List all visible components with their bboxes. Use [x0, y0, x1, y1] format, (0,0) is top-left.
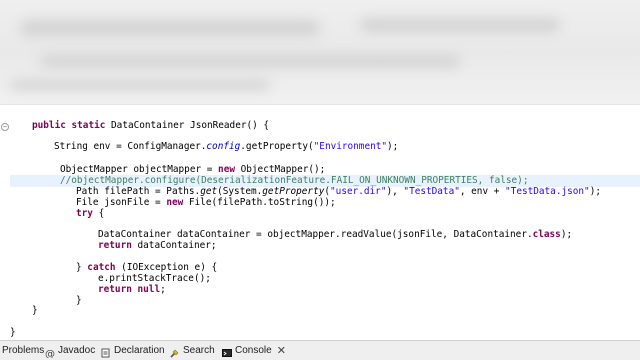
code-token: ;	[160, 284, 166, 295]
code-line[interactable]: String env = ConfigManager.config.getPro…	[54, 141, 398, 153]
code-token: e.printStackTrace();	[98, 273, 211, 284]
tab-javadoc-label: Javadoc	[58, 345, 96, 356]
tab-search-label: Search	[183, 345, 215, 356]
code-line[interactable]: }	[10, 327, 16, 339]
code-token: );	[589, 186, 601, 197]
code-token: public static	[32, 120, 112, 131]
code-token: get	[200, 186, 218, 197]
code-token: Path filePath = Paths.	[76, 186, 201, 197]
declaration-icon	[101, 346, 111, 358]
code-token: }	[76, 295, 82, 306]
code-token: );	[560, 229, 573, 240]
code-token: new	[166, 197, 189, 208]
code-token: File jsonFile =	[76, 197, 167, 208]
tab-problems-label: Problems	[2, 345, 45, 356]
code-token: catch	[87, 262, 122, 273]
code-token: getProperty	[262, 186, 325, 197]
code-line[interactable]: File jsonFile = new File(filePath.toStri…	[76, 197, 336, 209]
code-token: ObjectMapper();	[240, 164, 326, 175]
code-token: return	[98, 240, 138, 251]
at-icon: @	[45, 346, 55, 360]
tab-console[interactable]: Console ✕	[222, 341, 286, 360]
code-token: try	[76, 208, 99, 219]
code-token: class	[532, 229, 561, 240]
code-token: );	[387, 141, 399, 152]
code-line[interactable]: }	[76, 295, 82, 307]
code-token: return null	[98, 284, 161, 295]
code-token: (System.	[217, 186, 263, 197]
code-token: File(filePath.toString());	[188, 197, 336, 208]
code-token: String env = ConfigManager.	[54, 141, 207, 152]
code-line[interactable]: return null;	[98, 284, 166, 296]
tab-javadoc[interactable]: @ Javadoc	[45, 341, 95, 360]
svg-text:@: @	[45, 349, 55, 358]
code-editor[interactable]: − public static DataContainer JsonReader…	[0, 104, 640, 341]
tab-problems[interactable]: Problems	[2, 341, 44, 360]
tab-declaration-label: Declaration	[114, 345, 165, 356]
code-token: .getProperty(	[240, 141, 314, 152]
code-line[interactable]: }	[32, 305, 38, 317]
tab-search[interactable]: Search	[170, 341, 215, 360]
code-token: DataContainer JsonReader() {	[111, 120, 270, 131]
code-token: ObjectMapper objectMapper =	[60, 164, 219, 175]
code-token: ),	[386, 186, 404, 197]
code-token: , env +	[459, 186, 506, 197]
code-line[interactable]: try {	[76, 208, 104, 220]
bottom-view-tabbar: Problems @ Javadoc Declaration Search Co…	[0, 340, 640, 360]
code-token: "Environment"	[313, 141, 388, 152]
console-icon	[222, 346, 232, 357]
fold-collapse-icon[interactable]: −	[1, 123, 9, 131]
code-line[interactable]: return dataContainer;	[98, 240, 217, 252]
code-token: }	[10, 327, 16, 338]
tab-console-label: Console	[235, 345, 272, 356]
blurred-header-area	[0, 0, 640, 104]
code-token: dataContainer;	[137, 240, 217, 251]
code-token: config	[206, 141, 241, 152]
code-token: //objectMapper.configure(Deserialization…	[60, 175, 529, 186]
code-token: "user.dir"	[330, 186, 387, 197]
close-icon[interactable]: ✕	[277, 341, 286, 360]
code-token: }	[76, 262, 88, 273]
code-line[interactable]: public static DataContainer JsonReader()…	[32, 120, 269, 132]
code-token: {	[98, 208, 105, 219]
code-token: (IOException e) {	[121, 262, 218, 273]
editor-gutter: −	[0, 105, 10, 341]
code-token: DataContainer dataContainer = objectMapp…	[98, 229, 533, 240]
code-token: "TestData.json"	[505, 186, 590, 197]
code-token: "TestData"	[403, 186, 460, 197]
flashlight-search-icon	[170, 346, 180, 358]
tab-declaration[interactable]: Declaration	[101, 341, 165, 360]
code-token: new	[218, 164, 241, 175]
code-token: }	[32, 305, 38, 316]
